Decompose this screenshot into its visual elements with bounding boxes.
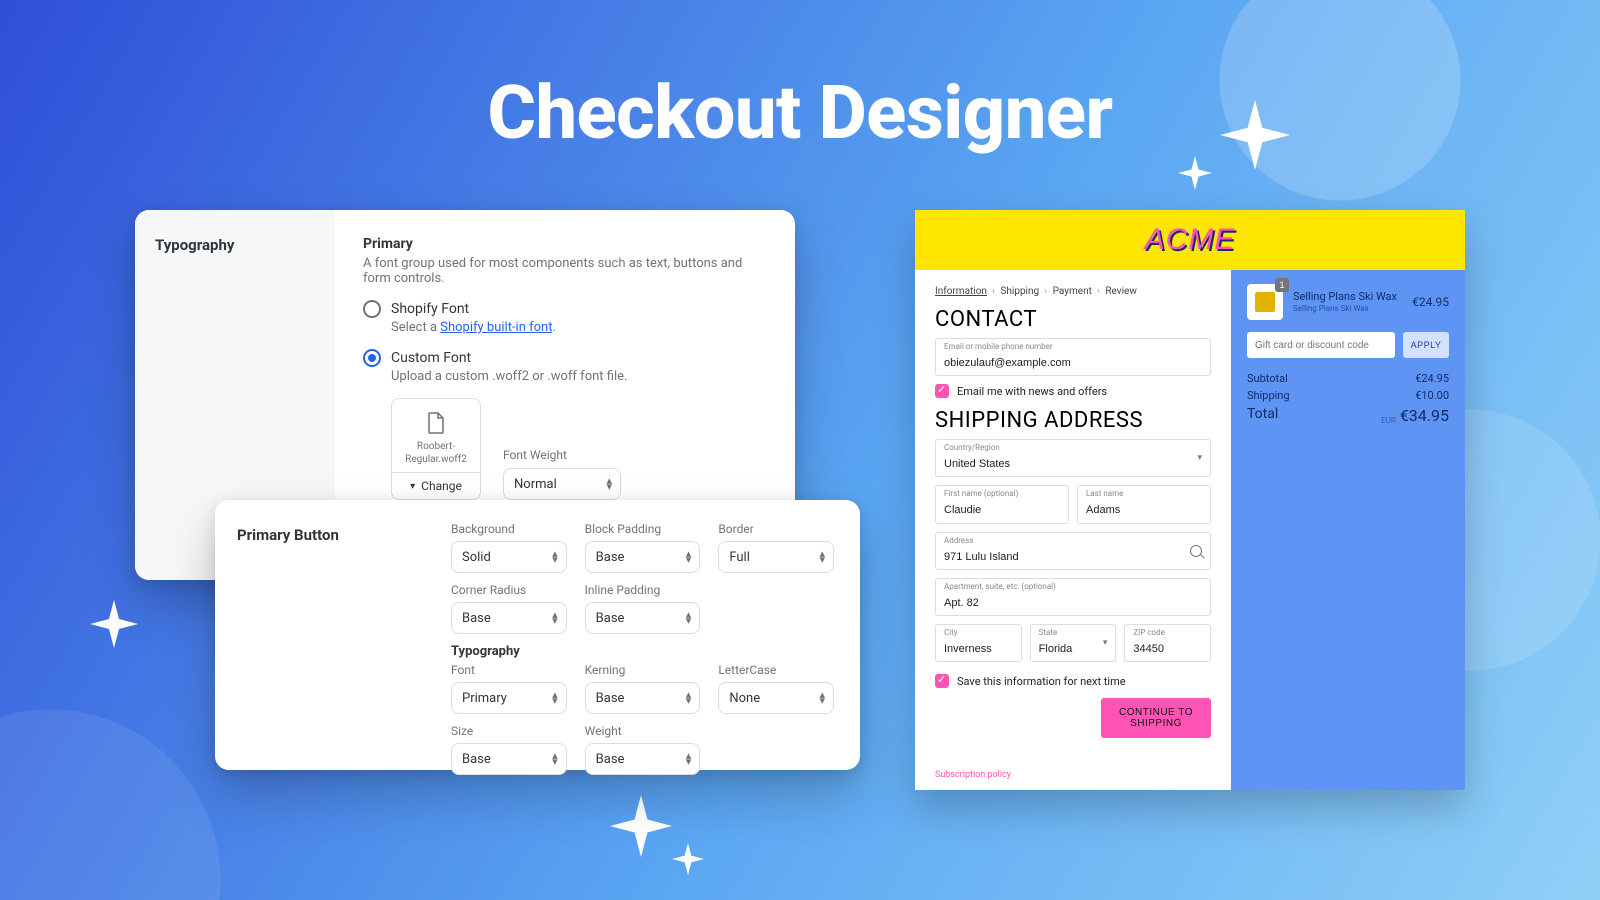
font-weight-label: Font Weight [503,448,621,462]
primary-title: Primary [363,236,767,252]
zip-field[interactable]: ZIP code 34450 [1124,624,1211,662]
apply-promo-button[interactable]: APPLY [1403,332,1449,358]
save-info-checkbox[interactable]: Save this information for next time [935,674,1211,688]
stepper-icon: ▴▾ [552,551,558,563]
item-name: Selling Plans Ski Wax [1293,291,1397,303]
promo-code-input[interactable] [1247,332,1395,358]
brand-logo: ACME [1145,223,1236,257]
stepper-icon: ▴▾ [686,551,692,563]
size-select[interactable]: Base▴▾ [451,743,567,775]
item-subtitle: Selling Plans Ski Wax [1293,304,1397,313]
stepper-icon: ▴▾ [686,612,692,624]
stepper-icon: ▴▾ [552,753,558,765]
custom-font-hint: Upload a custom .woff2 or .woff font fil… [391,369,767,384]
total-row: Total EUR €34.95 [1247,406,1449,425]
weight-label: Weight [585,724,701,738]
lettercase-select[interactable]: None▴▾ [718,682,834,714]
page-title: Checkout Designer [0,70,1600,157]
stepper-icon: ▴▾ [686,692,692,704]
inline-padding-select[interactable]: Base▴▾ [585,602,701,634]
radio-custom-font[interactable] [363,349,381,367]
stepper-icon: ▴▾ [819,551,825,563]
primary-subtitle: A font group used for most components su… [363,256,767,286]
primary-button-card: Primary Button Background Solid▴▾ Block … [215,500,860,770]
corner-radius-label: Corner Radius [451,583,567,597]
font-select[interactable]: Primary▴▾ [451,682,567,714]
corner-radius-select[interactable]: Base▴▾ [451,602,567,634]
item-qty-badge: 1 [1275,278,1289,292]
background-select[interactable]: Solid▴▾ [451,541,567,573]
lettercase-label: LetterCase [718,663,834,677]
news-offers-input[interactable] [935,384,949,398]
weight-select[interactable]: Base▴▾ [585,743,701,775]
email-field[interactable]: Email or mobile phone number obiezulauf@… [935,338,1211,376]
city-field[interactable]: City Inverness [935,624,1022,662]
font-weight-select[interactable]: Normal ▴▾ [503,468,621,500]
apartment-field[interactable]: Apartment, suite, etc. (optional) Apt. 8… [935,578,1211,616]
chevron-down-icon: ▾ [410,481,415,492]
shipping-heading: SHIPPING ADDRESS [935,408,1211,433]
kerning-select[interactable]: Base▴▾ [585,682,701,714]
stepper-icon: ▴▾ [606,478,612,490]
continue-shipping-button[interactable]: CONTINUE TO SHIPPING [1101,698,1211,738]
checkout-preview: ACME Information› Shipping› Payment› Rev… [915,210,1465,790]
address-field[interactable]: Address 971 Lulu Island [935,532,1211,570]
crumb-information[interactable]: Information [935,286,987,297]
shipping-row: Shipping€10.00 [1247,389,1449,402]
border-select[interactable]: Full▴▾ [718,541,834,573]
inline-padding-label: Inline Padding [585,583,701,597]
shopify-builtin-font-link[interactable]: Shopify built-in font [440,320,552,335]
crumb-shipping[interactable]: Shipping [1000,286,1039,297]
first-name-field[interactable]: First name (optional) Claudie [935,485,1069,523]
section-typography-label: Typography [155,236,315,254]
news-offers-checkbox[interactable]: Email me with news and offers [935,384,1211,398]
size-label: Size [451,724,567,738]
radio-shopify-label: Shopify Font [391,301,469,317]
background-label: Background [451,522,567,536]
search-icon [1190,545,1202,557]
crumb-review[interactable]: Review [1105,286,1137,297]
uploaded-font-name: Roobert-Regular.woff2 [392,437,480,472]
stepper-icon: ▴▾ [819,692,825,704]
block-padding-label: Block Padding [585,522,701,536]
crumb-payment[interactable]: Payment [1053,286,1092,297]
kerning-label: Kerning [585,663,701,677]
radio-shopify-font[interactable] [363,300,381,318]
country-select[interactable]: Country/Region United States [935,439,1211,477]
breadcrumb: Information› Shipping› Payment› Review [935,286,1211,297]
change-font-button[interactable]: ▾ Change [392,472,480,499]
subscription-policy-link[interactable]: Subscription policy [935,770,1011,780]
shopify-font-hint: Select a Shopify built-in font. [391,320,767,335]
preview-header: ACME [915,210,1465,270]
order-summary: 1 Selling Plans Ski Wax Selling Plans Sk… [1231,270,1465,790]
radio-custom-label: Custom Font [391,350,471,366]
file-icon [392,409,480,437]
item-thumbnail: 1 [1247,284,1283,320]
border-label: Border [718,522,834,536]
item-price: €24.95 [1412,295,1449,309]
block-padding-select[interactable]: Base▴▾ [585,541,701,573]
typography-subheader: Typography [451,644,834,659]
uploaded-font-tile: Roobert-Regular.woff2 ▾ Change [391,398,481,500]
stepper-icon: ▴▾ [552,692,558,704]
state-select[interactable]: State Florida [1030,624,1117,662]
last-name-field[interactable]: Last name Adams [1077,485,1211,523]
font-label: Font [451,663,567,677]
contact-heading: CONTACT [935,307,1211,332]
subtotal-row: Subtotal€24.95 [1247,372,1449,385]
section-primary-button-label: Primary Button [237,526,403,544]
stepper-icon: ▴▾ [552,612,558,624]
stepper-icon: ▴▾ [686,753,692,765]
cart-item: 1 Selling Plans Ski Wax Selling Plans Sk… [1247,284,1449,320]
save-info-input[interactable] [935,674,949,688]
